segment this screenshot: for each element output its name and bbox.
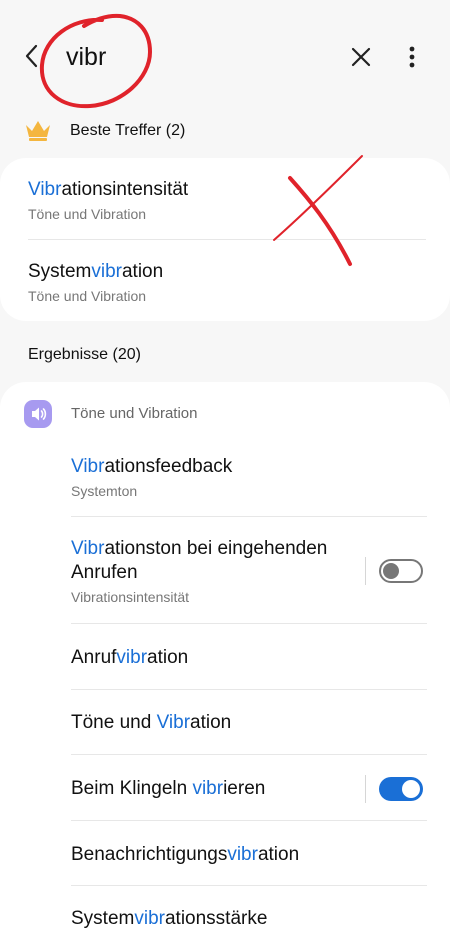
divider [71,885,427,886]
result-item[interactable]: Vibrationston bei eingehenden Anrufen Vi… [71,537,361,606]
crown-icon [26,121,50,141]
best-match-item[interactable]: Vibrationsintensität Töne und Vibration [28,178,188,223]
result-subtitle: Systemton [71,483,138,499]
results-label: Ergebnisse (20) [28,346,141,363]
result-subtitle: Vibrationsintensität [71,589,190,605]
result-item[interactable]: Benachrichtigungsvibration [71,843,299,867]
best-matches-label: Beste Treffer (2) [70,122,186,139]
divider [71,516,427,517]
toggle-separator [365,775,366,803]
back-arrow-icon[interactable] [20,42,44,70]
best-match-subtitle: Töne und Vibration [28,206,147,222]
best-matches-card: Vibrationsintensität Töne und Vibration … [0,158,450,321]
toggle-switch-on[interactable] [379,777,423,801]
best-match-item[interactable]: Systemvibration Töne und Vibration [28,260,163,305]
results-group-label: Töne und Vibration [71,405,198,422]
divider [71,689,427,690]
volume-icon [24,400,52,428]
search-header: vibr [0,0,450,115]
divider [71,754,427,755]
best-match-subtitle: Töne und Vibration [28,288,147,304]
divider [71,623,427,624]
close-icon[interactable] [348,44,374,70]
result-item[interactable]: Systemvibrationsstärke [71,907,267,931]
search-input[interactable]: vibr [66,42,106,72]
more-vertical-icon[interactable] [400,44,424,70]
result-item[interactable]: Anrufvibration [71,646,188,670]
toggle-switch-off[interactable] [379,559,423,583]
divider [71,820,427,821]
result-item[interactable]: Beim Klingeln vibrieren [71,777,265,801]
result-item[interactable]: Vibrationsfeedback Systemton [71,455,232,500]
toggle-separator [365,557,366,585]
divider [28,239,426,240]
result-item[interactable]: Töne und Vibration [71,711,231,735]
